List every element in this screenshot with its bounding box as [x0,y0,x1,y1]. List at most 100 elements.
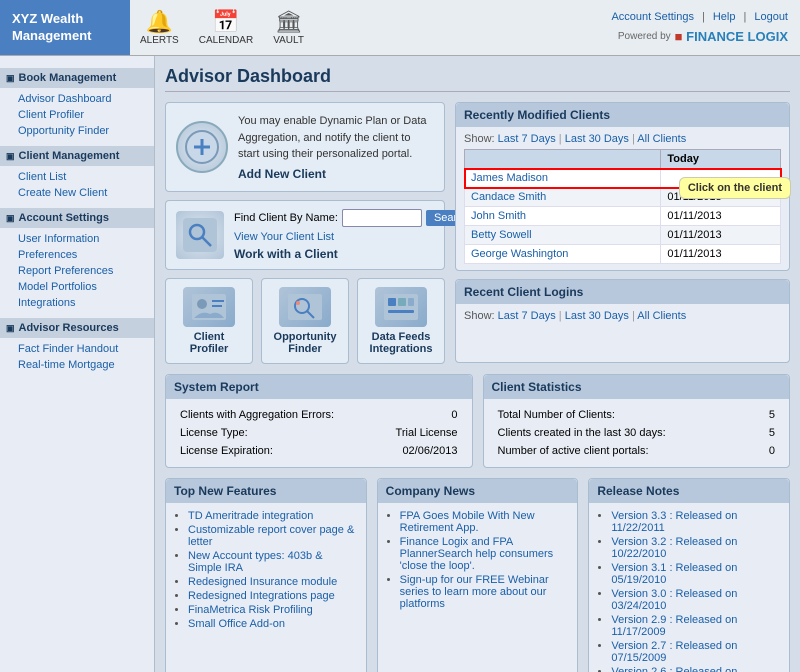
view-client-list-link[interactable]: View Your Client List [234,231,477,243]
logins-filter-7days[interactable]: Last 7 Days [498,310,556,322]
release-link[interactable]: Version 3.3 : Released on 11/22/2011 [611,510,737,534]
sidebar-section-account-settings[interactable]: ▣ Account Settings [0,208,154,228]
sidebar-section-book-management[interactable]: ▣ Book Management [0,68,154,88]
sidebar-section-label: Book Management [19,72,117,84]
client-stats-title: Client Statistics [484,375,790,399]
news-link[interactable]: Finance Logix and FPA PlannerSearch help… [400,536,553,572]
sidebar-item-model-portfolios[interactable]: Model Portfolios [18,279,154,295]
sidebar: ▣ Book Management Advisor Dashboard Clie… [0,56,155,672]
add-client-panel[interactable]: You may enable Dynamic Plan or Data Aggr… [165,102,445,192]
sidebar-section-client-management[interactable]: ▣ Client Management [0,146,154,166]
toggle-icon: ▣ [6,213,15,224]
sidebar-links-advisor: Fact Finder Handout Real-time Mortgage [0,338,154,376]
sidebar-links-book: Advisor Dashboard Client Profiler Opport… [0,88,154,142]
release-link[interactable]: Version 2.6 : Released on 04/13/2009 [611,666,737,672]
feature-link[interactable]: New Account types: 403b & Simple IRA [188,550,323,574]
sidebar-item-client-list[interactable]: Client List [18,169,154,185]
logins-filter-30days[interactable]: Last 30 Days [565,310,629,322]
client-stats-body: Total Number of Clients:5Clients created… [484,399,790,467]
nav-alerts[interactable]: 🔔 ALERTS [140,9,179,46]
company-news-list: FPA Goes Mobile With New Retirement App.… [386,509,570,611]
filter-30days[interactable]: Last 30 Days [565,133,629,145]
nav-calendar[interactable]: 📅 CALENDAR [199,9,253,46]
feature-link[interactable]: Redesigned Insurance module [188,576,337,588]
show-filter: Show: Last 7 Days | Last 30 Days | All C… [464,133,781,145]
client-name-link[interactable]: Betty Sowell [471,229,532,241]
nav-icons: 🔔 ALERTS 📅 CALENDAR 🏛 VAULT [130,0,599,55]
sidebar-item-realtime-mortgage[interactable]: Real-time Mortgage [18,357,154,373]
client-name-link[interactable]: John Smith [471,210,526,222]
brand-logo: ■ FINANCE LOGIX [675,29,788,44]
opportunity-finder-panel[interactable]: Opportunity Finder [261,278,349,364]
release-link[interactable]: Version 2.7 : Released on 07/15/2009 [611,640,737,664]
filter-7days[interactable]: Last 7 Days [498,133,556,145]
client-name-link[interactable]: George Washington [471,248,568,260]
sidebar-item-report-prefs[interactable]: Report Preferences [18,263,154,279]
client-row[interactable]: John Smith01/11/2013 [465,207,781,226]
sidebar-section-label: Account Settings [19,212,109,224]
sidebar-section-advisor-resources[interactable]: ▣ Advisor Resources [0,318,154,338]
feature-link[interactable]: FinaMetrica Risk Profiling [188,604,313,616]
help-link[interactable]: Help [713,11,736,23]
page-title: Advisor Dashboard [165,66,790,92]
plus-circle-icon [184,129,220,165]
system-report-title: System Report [166,375,472,399]
work-client-icon [176,211,224,259]
news-link[interactable]: Sign-up for our FREE Webinar series to l… [400,574,549,610]
release-link[interactable]: Version 2.9 : Released on 11/17/2009 [611,614,737,638]
logout-link[interactable]: Logout [754,11,788,23]
calendar-label: CALENDAR [199,35,253,46]
client-profiler-icon [183,287,235,327]
news-link[interactable]: FPA Goes Mobile With New Retirement App. [400,510,535,534]
sidebar-item-advisor-dashboard[interactable]: Advisor Dashboard [18,91,154,107]
data-feeds-panel[interactable]: Data Feeds Integrations [357,278,445,364]
filter-all[interactable]: All Clients [637,133,686,145]
action-panels: You may enable Dynamic Plan or Data Aggr… [165,102,445,364]
feature-link[interactable]: Customizable report cover page & letter [188,524,354,548]
clients-table-wrap: Today James MadisonCandace Smith01/11/20… [464,149,781,264]
search-input[interactable] [342,209,422,227]
main-layout: ▣ Book Management Advisor Dashboard Clie… [0,56,800,672]
news-item: FPA Goes Mobile With New Retirement App. [400,509,570,535]
col-name [465,150,661,169]
sidebar-item-create-new-client[interactable]: Create New Client [18,185,154,201]
sidebar-item-fact-finder[interactable]: Fact Finder Handout [18,341,154,357]
client-profiler-panel[interactable]: Client Profiler [165,278,253,364]
client-row[interactable]: George Washington01/11/2013 [465,245,781,264]
release-link[interactable]: Version 3.2 : Released on 10/22/2010 [611,536,737,560]
sidebar-item-integrations[interactable]: Integrations [18,295,154,311]
find-client-label: Find Client By Name: [234,212,338,224]
sep1: | [702,11,705,23]
sidebar-item-opportunity-finder[interactable]: Opportunity Finder [18,123,154,139]
feature-link[interactable]: TD Ameritrade integration [188,510,313,522]
release-notes-list: Version 3.3 : Released on 11/22/2011Vers… [597,509,781,672]
sidebar-item-client-profiler[interactable]: Client Profiler [18,107,154,123]
top-features-list: TD Ameritrade integration Customizable re… [174,509,358,631]
sidebar-item-user-info[interactable]: User Information [18,231,154,247]
calendar-icon: 📅 [212,9,239,35]
release-item: Version 3.1 : Released on 05/19/2010 [611,561,781,587]
client-row[interactable]: Betty Sowell01/11/2013 [465,226,781,245]
right-panels: Recently Modified Clients Show: Last 7 D… [455,102,790,364]
feature-link[interactable]: Redesigned Integrations page [188,590,335,602]
sidebar-item-preferences[interactable]: Preferences [18,247,154,263]
client-name-link[interactable]: Candace Smith [471,191,546,203]
client-name-link[interactable]: James Madison [471,172,548,184]
release-link[interactable]: Version 3.0 : Released on 03/24/2010 [611,588,737,612]
search-clients-icon [181,216,219,254]
release-link[interactable]: Version 3.1 : Released on 05/19/2010 [611,562,737,586]
content-area: Advisor Dashboard You may enable Dynami [155,56,800,672]
company-news-title: Company News [378,479,578,503]
stats-row: Number of active client portals:0 [494,443,780,459]
alerts-icon: 🔔 [146,9,173,35]
logins-filter-all[interactable]: All Clients [637,310,686,322]
release-notes-panel: Release Notes Version 3.3 : Released on … [588,478,790,672]
header: XYZ Wealth Management 🔔 ALERTS 📅 CALENDA… [0,0,800,56]
recently-modified-title: Recently Modified Clients [456,103,789,127]
nav-vault[interactable]: 🏛 VAULT [273,9,304,46]
feature-link[interactable]: Small Office Add-on [188,618,285,630]
account-settings-link[interactable]: Account Settings [611,11,694,23]
work-client-panel: Find Client By Name: Search View Your Cl… [165,200,445,270]
middle-row: System Report Clients with Aggregation E… [165,374,790,468]
logo: XYZ Wealth Management [0,0,130,55]
